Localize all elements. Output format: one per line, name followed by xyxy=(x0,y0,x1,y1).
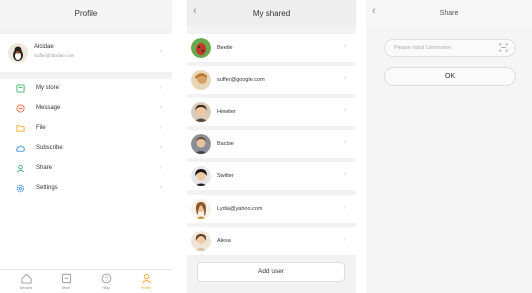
svg-text:?: ? xyxy=(104,277,107,283)
chevron-right-icon: › xyxy=(343,75,346,82)
chevron-right-icon: › xyxy=(159,164,162,171)
tab-store[interactable]: Store xyxy=(46,273,86,290)
page-title: Share xyxy=(439,9,459,17)
input-placeholder: Please input Username xyxy=(394,45,452,51)
share-header: ‹ Share xyxy=(366,0,532,26)
my-shared-screen: ‹ My shared Beetle › suffer@google.com ›… xyxy=(187,0,356,293)
list-item[interactable]: Lydia@yahoo.com › xyxy=(187,195,356,223)
chevron-right-icon: › xyxy=(159,124,162,131)
help-icon: ? xyxy=(101,273,111,284)
shared-header: ‹ My shared xyxy=(187,0,356,26)
gear-icon xyxy=(16,184,25,193)
avatar xyxy=(191,134,211,154)
profile-screen: Profile Alcidae Suffer@alcidae.com › My … xyxy=(0,0,172,293)
tab-help[interactable]: ? Help xyxy=(86,273,126,290)
menu-item-share[interactable]: Share › xyxy=(0,159,172,179)
contact-name: Alesa xyxy=(217,238,231,244)
contact-name: Switter xyxy=(217,173,234,179)
person-icon xyxy=(141,273,151,284)
user-card[interactable]: Alcidae Suffer@alcidae.com › xyxy=(0,34,172,72)
list-item[interactable]: Bacbie › xyxy=(187,130,356,158)
avatar xyxy=(191,70,211,90)
folder-icon xyxy=(16,125,25,132)
list-item[interactable]: suffer@google.com › xyxy=(187,66,356,94)
menu-label: My store xyxy=(36,85,60,91)
avatar xyxy=(191,166,211,186)
chevron-right-icon: › xyxy=(159,144,162,151)
username-input[interactable]: Please input Username xyxy=(384,39,516,57)
chevron-right-icon: › xyxy=(343,236,346,243)
menu-label: Settings xyxy=(36,185,58,191)
ok-button[interactable]: OK xyxy=(384,67,516,86)
user-name: Alcidae xyxy=(34,44,54,50)
chevron-right-icon: › xyxy=(343,43,346,50)
contact-name: Lydia@yahoo.com xyxy=(217,206,263,212)
menu-item-file[interactable]: File › xyxy=(0,119,172,139)
page-title: Profile xyxy=(74,8,98,18)
chevron-right-icon: › xyxy=(343,171,346,178)
avatar xyxy=(191,231,211,251)
profile-header: Profile xyxy=(0,0,172,26)
tab-label: Profile xyxy=(141,286,151,290)
chevron-right-icon: › xyxy=(343,107,346,114)
menu-item-my-store[interactable]: My store › xyxy=(0,79,172,99)
avatar xyxy=(191,102,211,122)
menu-item-message[interactable]: Message › xyxy=(0,99,172,119)
chevron-right-icon: › xyxy=(159,184,162,191)
menu-label: Share xyxy=(36,165,53,171)
chevron-right-icon: › xyxy=(159,48,162,55)
contact-name: Beetle xyxy=(217,45,233,51)
menu-item-settings[interactable]: Settings › xyxy=(0,179,172,199)
add-user-button[interactable]: Add user xyxy=(197,262,345,282)
home-icon xyxy=(20,273,32,284)
menu-item-subscribe[interactable]: Subscribe › xyxy=(0,139,172,159)
back-arrow-icon[interactable]: ‹ xyxy=(193,5,197,17)
menu-label: File xyxy=(36,125,46,131)
contact-name: Bacbie xyxy=(217,141,234,147)
message-icon xyxy=(16,104,25,113)
menu-label: Subscribe xyxy=(36,145,63,151)
share-user-icon xyxy=(17,164,24,173)
tab-label: Store xyxy=(61,286,71,290)
page-title: My shared xyxy=(252,8,291,18)
bottom-tab-bar: Devices Store ? Help Profile xyxy=(0,269,172,293)
tab-label: Help xyxy=(102,286,110,290)
contact-name: suffer@google.com xyxy=(217,77,265,83)
tab-label: Devices xyxy=(19,286,33,290)
chevron-right-icon: › xyxy=(343,204,346,211)
user-email: Suffer@alcidae.com xyxy=(34,53,75,58)
menu-label: Message xyxy=(36,105,61,111)
cloud-icon xyxy=(16,145,25,152)
chevron-right-icon: › xyxy=(159,84,162,91)
avatar xyxy=(191,38,211,58)
list-item[interactable]: Hewiter › xyxy=(187,98,356,126)
store-icon xyxy=(61,273,71,284)
profile-menu: My store › Message › File › Subscribe › … xyxy=(0,79,172,269)
back-arrow-icon[interactable]: ‹ xyxy=(372,5,376,17)
chevron-right-icon: › xyxy=(343,139,346,146)
tab-profile[interactable]: Profile xyxy=(126,273,166,290)
list-item[interactable]: Alesa › xyxy=(187,227,356,255)
share-screen: ‹ Share Please input Username OK xyxy=(366,0,532,293)
store-icon xyxy=(16,84,25,93)
contact-name: Hewiter xyxy=(217,109,236,115)
avatar xyxy=(191,199,211,219)
list-item[interactable]: Switter › xyxy=(187,162,356,190)
list-item[interactable]: Beetle › xyxy=(187,34,356,62)
tab-devices[interactable]: Devices xyxy=(6,273,46,290)
avatar xyxy=(8,43,28,63)
chevron-right-icon: › xyxy=(159,104,162,111)
scan-icon[interactable] xyxy=(499,43,508,52)
